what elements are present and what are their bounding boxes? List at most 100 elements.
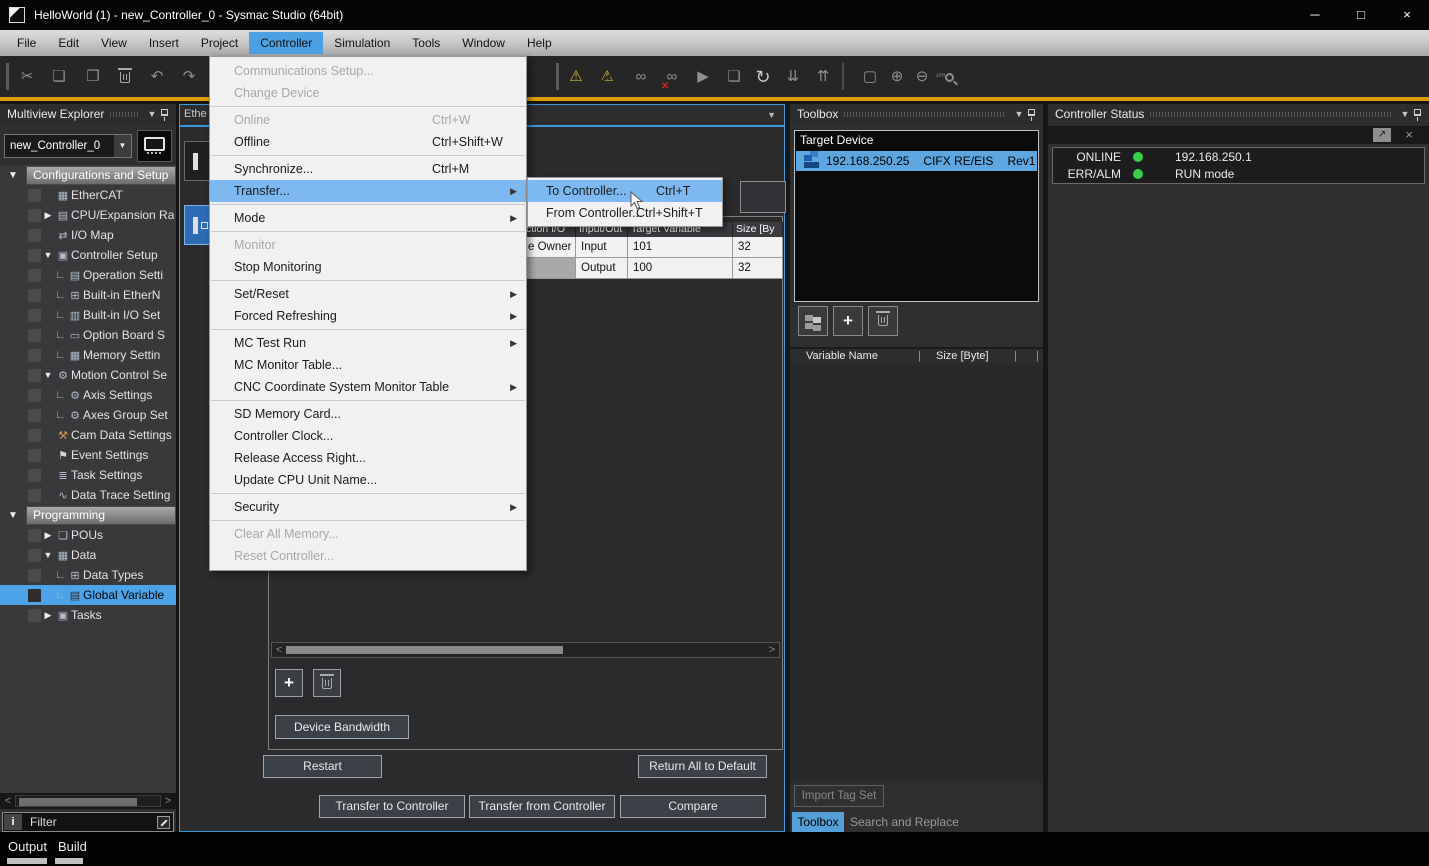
fit-selection-icon[interactable]: ▢ [857,64,883,90]
menu-edit[interactable]: Edit [47,32,90,54]
scroll-right-icon[interactable]: > [161,794,175,808]
tree-item-axis-settings[interactable]: ∟⚙Axis Settings [0,385,176,405]
menu-controller[interactable]: Controller [249,32,323,54]
scroll-right-icon[interactable]: > [765,643,779,657]
menu-item-mode[interactable]: Mode▶ [210,207,526,229]
tree-item-controller-setup[interactable]: ▼▣Controller Setup [0,245,176,265]
tab-list-chevron-icon[interactable]: ▼ [767,110,776,120]
menu-item-sd-memory-card[interactable]: SD Memory Card... [210,403,526,425]
tab-ethernet-ip[interactable]: Ethe [184,108,207,120]
tree-item-data[interactable]: ▼▦Data [0,545,176,565]
menu-item-stop-monitoring[interactable]: Stop Monitoring [210,256,526,278]
tab-search-and-replace[interactable]: Search and Replace [850,812,1043,832]
column-separator[interactable]: | [1036,350,1039,362]
menu-file[interactable]: File [6,32,47,54]
import-tag-set-button[interactable]: Import Tag Set [794,785,884,807]
filter-bar[interactable]: i Filter [2,812,174,832]
section-programming[interactable]: ▼ Programming [0,506,176,525]
target-device-row[interactable]: 192.168.250.25 CIFX RE/EIS Rev1 [796,151,1037,171]
tree-item-io-map[interactable]: ⇄I/O Map [0,225,176,245]
table-row[interactable]: Output 100 32 [523,258,783,279]
menu-item-transfer[interactable]: Transfer...▶ [210,180,526,202]
compare-button[interactable]: Compare [620,795,766,818]
connection-tool-button[interactable] [184,141,212,181]
menu-item-controller-clock[interactable]: Controller Clock... [210,425,526,447]
close-icon[interactable]: × [1405,127,1413,142]
menu-item-cnc-coordinate-monitor-table[interactable]: CNC Coordinate System Monitor Table▶ [210,376,526,398]
tree-item-cpu-expansion-racks[interactable]: ▶▤CPU/Expansion Ra [0,205,176,225]
chevron-down-icon[interactable]: ▼ [114,135,131,157]
scroll-track[interactable] [15,795,161,807]
submenu-item-to-controller[interactable]: To Controller...Ctrl+T [528,180,722,202]
table-row[interactable]: e Owner Input 101 32 [523,237,783,258]
tree-item-task-settings[interactable]: ≣Task Settings [0,465,176,485]
scroll-thumb[interactable] [19,798,137,806]
partially-hidden-button[interactable] [740,181,786,213]
monitor-warning-off-icon[interactable]: ⚠ [594,64,620,90]
return-all-to-default-button[interactable]: Return All to Default [638,755,767,778]
pin-icon[interactable] [161,109,168,116]
menu-item-forced-refreshing[interactable]: Forced Refreshing▶ [210,305,526,327]
cut-icon[interactable]: ✂ [14,64,40,90]
minimize-button[interactable]: ─ [1292,0,1338,30]
variable-list[interactable] [790,363,1043,783]
column-separator[interactable]: | [1014,350,1017,362]
panel-menu-icon[interactable]: ▼ [145,109,159,119]
menu-item-security[interactable]: Security▶ [210,496,526,518]
add-device-button[interactable]: + [833,306,863,336]
scroll-left-icon[interactable]: < [1,794,15,808]
transfer-to-controller-button[interactable]: Transfer to Controller [319,795,465,818]
delete-connection-button[interactable] [313,669,341,697]
expand-icon[interactable]: ↗ [1373,128,1391,142]
panel-menu-icon[interactable]: ▼ [1398,109,1412,119]
tree-item-builtin-io-settings[interactable]: ∟▥Built-in I/O Set [0,305,176,325]
transfer-from-controller-icon[interactable]: ⇈ [810,64,836,90]
monitor-warning-icon[interactable]: ⚠ [563,64,589,90]
scroll-left-icon[interactable]: < [272,643,286,657]
tree-item-cam-data-settings[interactable]: ⚒Cam Data Settings [0,425,176,445]
column-separator[interactable]: | [918,350,921,362]
tree-item-builtin-ethernet-ip[interactable]: ∟⊞Built-in EtherN [0,285,176,305]
tab-toolbox[interactable]: Toolbox [792,812,844,832]
tree-item-axes-group-settings[interactable]: ∟⚙Axes Group Set [0,405,176,425]
menu-window[interactable]: Window [451,32,516,54]
delete-device-button[interactable] [868,306,898,336]
controller-type-button[interactable] [137,130,172,162]
expander-icon[interactable]: ▼ [8,170,18,181]
expander-icon[interactable]: ▶ [41,530,55,541]
tree-item-motion-control-setup[interactable]: ▼⚙Motion Control Se [0,365,176,385]
cell-target-variable[interactable]: 101 [628,237,733,258]
zoom-in-icon[interactable]: ⊕ [884,64,910,90]
tree-item-option-board-settings[interactable]: ∟▭Option Board S [0,325,176,345]
section-configurations-and-setup[interactable]: ▼ Configurations and Setup [0,166,176,185]
restart-button[interactable]: Restart [263,755,382,778]
close-button[interactable]: × [1384,0,1429,30]
submenu-item-from-controller[interactable]: From Controller...Ctrl+Shift+T [528,202,722,224]
menu-help[interactable]: Help [516,32,563,54]
tree-item-pous[interactable]: ▶❏POUs [0,525,176,545]
tree-item-tasks[interactable]: ▶▣Tasks [0,605,176,625]
expander-icon[interactable]: ▼ [41,370,55,380]
maximize-button[interactable]: □ [1338,0,1384,30]
zoom-100-icon[interactable]: ¹⁰⁰ [932,64,958,90]
expander-icon[interactable]: ▼ [41,250,55,260]
tree-item-memory-settings[interactable]: ∟▦Memory Settin [0,345,176,365]
cell-target-variable[interactable]: 100 [628,258,733,279]
stop-watch-icon[interactable]: ∞ [659,64,685,90]
menu-simulation[interactable]: Simulation [323,32,401,54]
tab-output[interactable]: Output [8,839,47,854]
transfer-from-controller-button[interactable]: Transfer from Controller [469,795,615,818]
filter-pin-icon[interactable] [157,816,170,829]
tree-item-event-settings[interactable]: ⚑Event Settings [0,445,176,465]
controller-select[interactable]: new_Controller_0 ▼ [4,134,132,158]
pin-icon[interactable] [1414,109,1421,116]
add-connection-button[interactable]: + [275,669,303,697]
panel-menu-icon[interactable]: ▼ [1012,109,1026,119]
menu-item-mc-test-run[interactable]: MC Test Run▶ [210,332,526,354]
tree-item-global-variables[interactable]: ∟▤Global Variable [0,585,176,605]
menu-project[interactable]: Project [190,32,249,54]
copy-stack-icon[interactable]: ❏ [721,64,747,90]
delete-icon[interactable] [112,64,138,90]
connection-tool-button-active[interactable] [184,205,212,245]
device-bandwidth-button[interactable]: Device Bandwidth [275,715,409,739]
